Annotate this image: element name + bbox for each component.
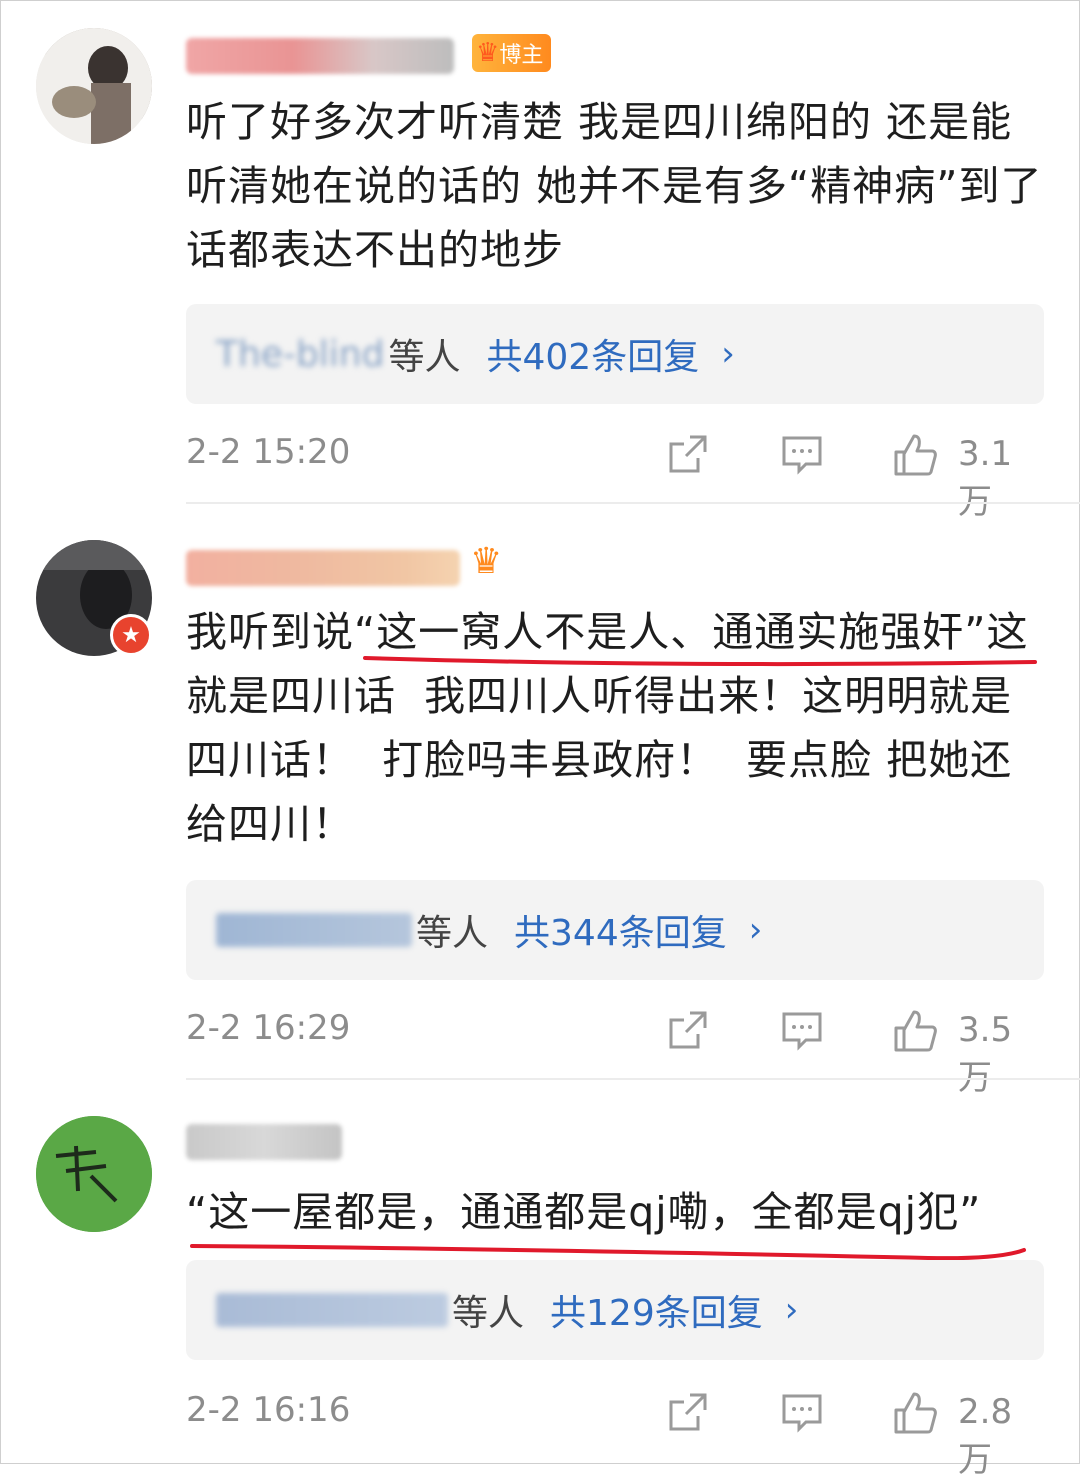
avatar[interactable] <box>36 28 152 144</box>
reply-usernames-blurred: The-blind <box>216 333 385 375</box>
timestamp: 2-2 16:16 <box>186 1390 351 1430</box>
comment-icon[interactable] <box>780 1390 824 1434</box>
comment-icon[interactable] <box>780 432 824 476</box>
timestamp: 2-2 16:29 <box>186 1008 351 1048</box>
timestamp: 2-2 15:20 <box>186 432 351 472</box>
level-badge: ♛ <box>470 540 503 582</box>
comment-text: 我听到说“这一窝人不是人、通通实施强奸”这就是四川话 我四川人听得出来！这明明就… <box>186 608 1029 848</box>
like-count: 3.5万 <box>958 1010 1013 1098</box>
divider <box>186 1078 1080 1080</box>
like-icon[interactable] <box>892 1008 938 1054</box>
replies-count[interactable]: 共129条回复 <box>550 1284 763 1336</box>
comment-meta: 2-2 16:16 2.8万 <box>186 1390 1044 1480</box>
comment-meta: 2-2 15:20 3.1万 <box>186 432 1044 522</box>
badge-label: 博主 <box>499 43 544 68</box>
username-blurred[interactable] <box>186 38 454 74</box>
like-count: 3.1万 <box>958 434 1013 522</box>
avatar-image <box>36 28 152 144</box>
share-icon[interactable] <box>666 432 710 476</box>
avatar-image <box>36 1116 152 1232</box>
share-icon[interactable] <box>666 1390 710 1434</box>
replies-suffix: 等人 <box>452 1293 525 1334</box>
chevron-right-icon: › <box>721 334 735 374</box>
divider <box>186 502 1080 504</box>
comment-meta: 2-2 16:29 3.5万 <box>186 1008 1044 1098</box>
chevron-right-icon: › <box>748 910 763 950</box>
comment-icon[interactable] <box>780 1008 824 1052</box>
verified-badge-icon: ★ <box>110 614 152 656</box>
red-annotation-underline <box>363 656 1037 667</box>
crown-icon: ♛ <box>476 38 500 68</box>
replies-box[interactable]: The-blind 等人 共402条回复 › <box>186 304 1044 404</box>
replies-suffix: 等人 <box>388 337 461 378</box>
comment-text: 听了好多次才听清楚 我是四川绵阳的 还是能听清她在说的话的 她并不是有多“精神病… <box>186 98 1043 274</box>
avatar[interactable] <box>36 1116 152 1232</box>
share-icon[interactable] <box>666 1008 710 1052</box>
username-blurred[interactable] <box>186 1124 342 1160</box>
like-icon[interactable] <box>892 1390 938 1436</box>
replies-box[interactable]: 等人 共129条回复 › <box>186 1260 1044 1360</box>
replies-count[interactable]: 共402条回复 <box>486 328 699 380</box>
reply-usernames-blurred <box>216 1293 448 1327</box>
like-count: 2.8万 <box>958 1392 1013 1480</box>
like-icon[interactable] <box>892 432 938 478</box>
replies-box[interactable]: 等人 共344条回复 › <box>186 880 1044 980</box>
crown-icon: ♛ <box>470 540 503 582</box>
comment-text: “这一屋都是，通通都是qj嘞，全都是qj犯” <box>186 1188 982 1236</box>
replies-suffix: 等人 <box>416 913 489 954</box>
replies-count[interactable]: 共344条回复 <box>514 904 727 956</box>
reply-usernames-blurred <box>216 913 412 947</box>
chevron-right-icon: › <box>784 1290 799 1330</box>
username-blurred[interactable] <box>186 550 460 586</box>
blogger-badge: ♛ 博主 <box>472 34 552 72</box>
